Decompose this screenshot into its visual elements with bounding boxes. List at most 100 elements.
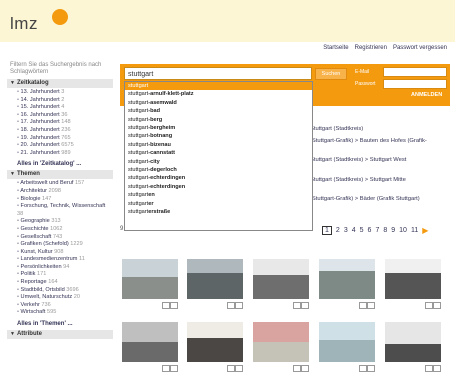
facet-item[interactable]: ▫ Biologie 147 [17, 196, 113, 204]
info-icon[interactable] [227, 365, 235, 372]
facet-item[interactable]: ▫ 16. Jahrhundert 36 [17, 112, 113, 120]
facet-item[interactable]: ▫ 21. Jahrhundert 989 [17, 150, 113, 158]
facet-item[interactable]: ▫ Geschichte 1062 [17, 226, 113, 234]
autocomplete-option[interactable]: stuttgart-botnang [125, 132, 312, 140]
result-line[interactable]: (Stuttgart-Grafik) > Bäder (Grafik Stutt… [310, 196, 420, 202]
facet-item[interactable]: ▫ Gesellschaft 743 [17, 234, 113, 242]
autocomplete-option[interactable]: stuttgart-berg [125, 116, 312, 124]
search-input[interactable]: stuttgart [124, 67, 312, 80]
search-button[interactable]: Suchen [315, 68, 347, 80]
add-to-lightbox-icon[interactable] [170, 365, 178, 372]
result-line[interactable]: Stuttgart (Stadtkreis) > Stuttgart Mitte [310, 177, 406, 183]
facet-item[interactable]: ▫ 19. Jahrhundert 765 [17, 135, 113, 143]
facet-item[interactable]: ▫ 13. Jahrhundert 3 [17, 89, 113, 97]
autocomplete-option[interactable]: stuttgart-asemwald [125, 99, 312, 107]
login-button[interactable]: ANMELDEN [411, 92, 442, 98]
facet-all-link[interactable]: Alles in 'Themen' ... [7, 321, 113, 327]
facet-section-header[interactable]: ▼ Attribute [7, 330, 113, 340]
result-line[interactable]: Stuttgart (Stadtkreis) [310, 126, 363, 132]
page-link[interactable]: 3 [344, 227, 348, 234]
page-link[interactable]: 6 [368, 227, 372, 234]
autocomplete-option[interactable]: stuttgart-bergheim [125, 124, 312, 132]
autocomplete-option[interactable]: stuttgart [125, 82, 312, 91]
info-icon[interactable] [425, 365, 433, 372]
add-to-lightbox-icon[interactable] [433, 365, 441, 372]
add-to-lightbox-icon[interactable] [301, 365, 309, 372]
thumbnail-image[interactable] [122, 322, 178, 362]
result-line[interactable]: (Stuttgart-Grafik) > Bauten des Hofes (G… [310, 138, 427, 144]
thumbnail-image[interactable] [319, 259, 375, 299]
facet-item[interactable]: ▫ Arbeitswelt und Beruf 157 [17, 180, 113, 188]
facet-item[interactable]: ▫ Kunst, Kultur 908 [17, 249, 113, 257]
info-icon[interactable] [162, 302, 170, 309]
autocomplete-option[interactable]: stuttgarterstraße [125, 208, 312, 216]
page-link[interactable]: 8 [383, 227, 387, 234]
autocomplete-option[interactable]: stuttgart-city [125, 158, 312, 166]
facet-item[interactable]: ▫ Verkehr 736 [17, 302, 113, 310]
email-field[interactable] [383, 67, 447, 77]
facet-item[interactable]: ▫ Landesmedienzentrum 11 [17, 256, 113, 264]
facet-item[interactable]: ▫ 20. Jahrhundert 6575 [17, 142, 113, 150]
add-to-lightbox-icon[interactable] [301, 302, 309, 309]
facet-item[interactable]: ▫ Geographie 313 [17, 218, 113, 226]
add-to-lightbox-icon[interactable] [235, 302, 243, 309]
autocomplete-option[interactable]: stuttgarter [125, 200, 312, 208]
facet-all-link[interactable]: Alles in 'Zeitkatalog' ... [7, 161, 113, 167]
info-icon[interactable] [293, 302, 301, 309]
page-link[interactable]: 4 [352, 227, 356, 234]
autocomplete-option[interactable]: stuttgart-bad [125, 107, 312, 115]
facet-item[interactable]: ▫ Architektur 2098 [17, 188, 113, 196]
thumbnail-image[interactable] [187, 259, 243, 299]
thumbnail-image[interactable] [385, 259, 441, 299]
add-to-lightbox-icon[interactable] [235, 365, 243, 372]
autocomplete-option[interactable]: stuttgart-arnulf-klett-platz [125, 90, 312, 98]
page-link[interactable]: 10 [399, 227, 407, 234]
page-link[interactable]: 5 [360, 227, 364, 234]
thumbnail-image[interactable] [385, 322, 441, 362]
logo[interactable]: lmz [10, 14, 38, 34]
page-link[interactable]: 11 [411, 227, 418, 234]
add-to-lightbox-icon[interactable] [367, 365, 375, 372]
info-icon[interactable] [359, 302, 367, 309]
facet-item[interactable]: ▫ Politik 171 [17, 271, 113, 279]
info-icon[interactable] [425, 302, 433, 309]
page-link[interactable]: 2 [336, 227, 340, 234]
thumbnail-image[interactable] [253, 259, 309, 299]
info-icon[interactable] [293, 365, 301, 372]
add-to-lightbox-icon[interactable] [367, 302, 375, 309]
info-icon[interactable] [359, 365, 367, 372]
page-link[interactable]: 1 [322, 226, 332, 235]
autocomplete-option[interactable]: stuttgart-degerloch [125, 166, 312, 174]
facet-section-header[interactable]: ▼ Themen [7, 170, 113, 180]
facet-item[interactable]: ▫ Persönlichkeiten 94 [17, 264, 113, 272]
facet-item[interactable]: ▫ Stadtbild, Ortsbild 3696 [17, 287, 113, 295]
facet-item[interactable]: ▫ 18. Jahrhundert 236 [17, 127, 113, 135]
nav-startseite[interactable]: Startseite [323, 45, 348, 51]
page-link[interactable]: 7 [375, 227, 379, 234]
thumbnail-image[interactable] [319, 322, 375, 362]
facet-item[interactable]: ▫ 15. Jahrhundert 4 [17, 104, 113, 112]
result-line[interactable]: Stuttgart (Stadtkreis) > Stuttgart West [310, 157, 406, 163]
thumbnail-image[interactable] [253, 322, 309, 362]
page-link[interactable]: 9 [391, 227, 395, 234]
autocomplete-option[interactable]: stuttgart-cannstatt [125, 149, 312, 157]
autocomplete-option[interactable]: stuttgarten [125, 191, 312, 199]
nav-registrieren[interactable]: Registrieren [355, 45, 387, 51]
facet-item[interactable]: ▫ 17. Jahrhundert 148 [17, 119, 113, 127]
autocomplete-option[interactable]: stuttgart-echterdingen [125, 174, 312, 182]
autocomplete-option[interactable]: stuttgart-echterdingen [125, 183, 312, 191]
facet-item[interactable]: ▫ Reportage 164 [17, 279, 113, 287]
facet-item[interactable]: ▫ Umwelt, Naturschutz 20 [17, 294, 113, 302]
nav-passwort-vergessen[interactable]: Passwort vergessen [393, 45, 447, 51]
thumbnail-image[interactable] [122, 259, 178, 299]
facet-section-header[interactable]: ▼ Zeitkatalog [7, 79, 113, 88]
facet-item[interactable]: ▫ Wirtschaft 595 [17, 309, 113, 317]
facet-item[interactable]: ▫ 14. Jahrhundert 2 [17, 97, 113, 105]
thumbnail-image[interactable] [187, 322, 243, 362]
autocomplete-option[interactable]: stuttgart-bizenau [125, 141, 312, 149]
password-field[interactable] [383, 79, 447, 89]
info-icon[interactable] [227, 302, 235, 309]
facet-item[interactable]: ▫ Grafiken (Schefold) 1229 [17, 241, 113, 249]
facet-item[interactable]: ▫ Forschung, Technik, Wissenschaft 38 [17, 203, 113, 218]
add-to-lightbox-icon[interactable] [170, 302, 178, 309]
